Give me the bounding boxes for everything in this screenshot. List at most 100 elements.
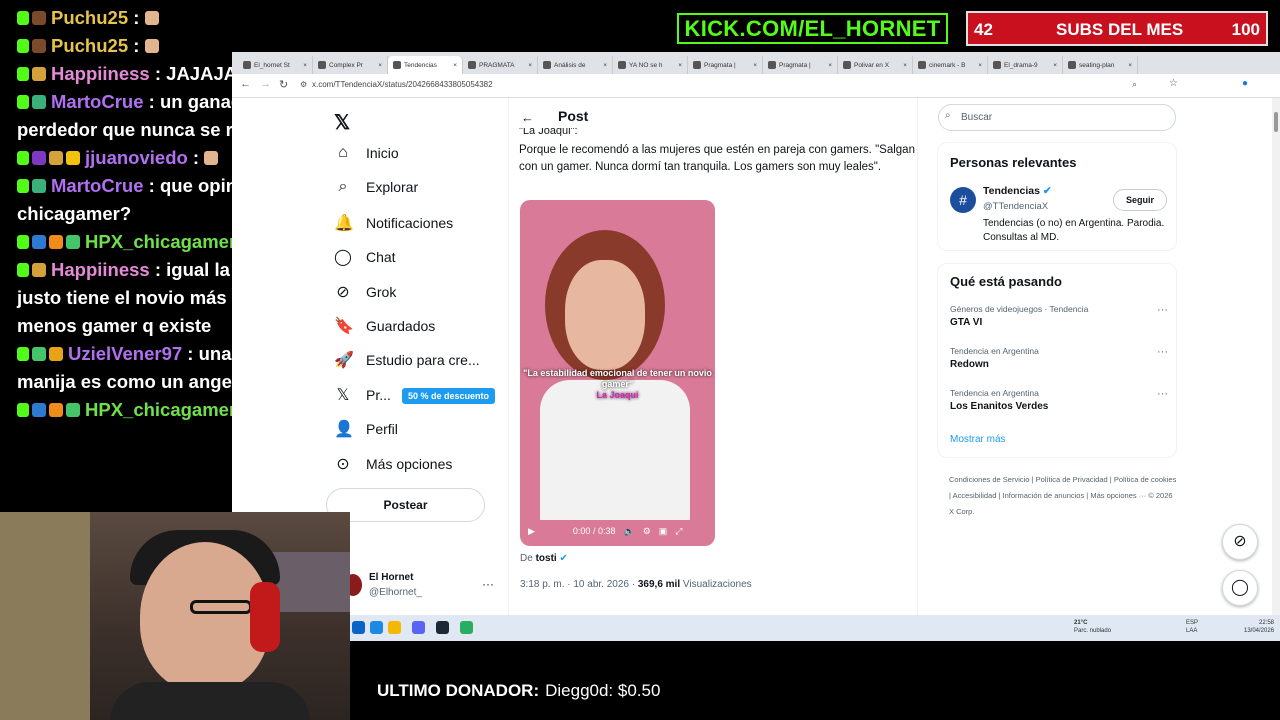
profile-name[interactable]: El Hornet bbox=[369, 572, 413, 583]
browser-tab[interactable]: Pragmata | × bbox=[688, 56, 763, 74]
edge-icon[interactable] bbox=[370, 621, 383, 634]
tab-close-icon[interactable]: × bbox=[978, 62, 982, 69]
pip-icon[interactable]: ▣ bbox=[659, 526, 668, 537]
browser-tab[interactable]: El_drama-9 × bbox=[988, 56, 1063, 74]
nav-item-search[interactable]: ⌕ Explorar bbox=[334, 178, 419, 196]
back-icon[interactable]: ← bbox=[240, 78, 251, 90]
browser-tab[interactable]: Tendencias × bbox=[388, 56, 463, 74]
post-meta: 3:18 p. m. · 10 abr. 2026 · 369,6 mil Vi… bbox=[520, 579, 752, 590]
grok-fab-icon[interactable]: ⊘ bbox=[1222, 524, 1258, 560]
fullscreen-icon[interactable]: ⤢ bbox=[675, 526, 682, 537]
steam-icon[interactable] bbox=[436, 621, 449, 634]
weather-widget[interactable]: 21°C Parc. nublado bbox=[1074, 619, 1224, 635]
nav-item-chat[interactable]: ◯ Chat bbox=[334, 247, 396, 267]
tab-close-icon[interactable]: × bbox=[378, 62, 382, 69]
browser-tab[interactable]: Análisis de × bbox=[538, 56, 613, 74]
browser-tab[interactable]: seating-plan × bbox=[1063, 56, 1138, 74]
relevant-name[interactable]: Tendencias ✔ bbox=[983, 185, 1052, 197]
tab-close-icon[interactable]: × bbox=[1053, 62, 1057, 69]
discord-icon[interactable] bbox=[412, 621, 425, 634]
nav-item-grok[interactable]: ⊘ Grok bbox=[334, 282, 396, 302]
volume-icon[interactable]: 🔈 bbox=[623, 526, 634, 537]
play-icon[interactable]: ▶ bbox=[528, 526, 535, 537]
post-timestamp[interactable]: 3:18 p. m. · 10 abr. 2026 · bbox=[520, 579, 638, 590]
nav-item-home[interactable]: ⌂ Inicio bbox=[334, 144, 399, 162]
browser-tab[interactable]: PRAGMATA × bbox=[463, 56, 538, 74]
nav-item-rocket[interactable]: 🚀 Estudio para cre... bbox=[334, 350, 480, 370]
tab-label: Pragmata | bbox=[779, 61, 811, 69]
browser-tab[interactable]: Polivar en X × bbox=[838, 56, 913, 74]
video-player[interactable]: "La estabilidad emocional de tener un no… bbox=[520, 200, 715, 546]
forward-icon[interactable]: → bbox=[260, 78, 271, 90]
video-attribution: De tosti ✔ bbox=[520, 553, 568, 564]
kick-badge-icon bbox=[17, 151, 29, 165]
clock-date: 13/04/2026 bbox=[1244, 628, 1275, 634]
trend-more-icon[interactable]: ··· bbox=[1157, 388, 1168, 400]
settings-icon[interactable]: ⚙ bbox=[643, 526, 651, 537]
show-more-link[interactable]: Mostrar más bbox=[950, 434, 1006, 445]
chat-separator: : bbox=[143, 175, 160, 196]
video-subject-shirt bbox=[540, 380, 690, 520]
headset-icon bbox=[250, 582, 280, 652]
trend-item[interactable]: Tendencia en Argentina Los Enanitos Verde… bbox=[950, 388, 1048, 412]
tab-close-icon[interactable]: × bbox=[1128, 62, 1132, 69]
relevant-handle: @TTendenciaX bbox=[983, 201, 1049, 212]
tab-close-icon[interactable]: × bbox=[903, 62, 907, 69]
tab-close-icon[interactable]: × bbox=[828, 62, 832, 69]
byline-user[interactable]: tosti bbox=[536, 553, 557, 564]
follow-button[interactable]: Seguir bbox=[1113, 189, 1167, 211]
trend-more-icon[interactable]: ··· bbox=[1157, 304, 1168, 316]
relevant-title: Personas relevantes bbox=[950, 155, 1077, 170]
address-bar[interactable]: ← → ↻ ⚙ x.com/TTendenciaX/status/2042668… bbox=[232, 74, 1280, 98]
box-badge-icon bbox=[49, 403, 63, 417]
trend-more-icon[interactable]: ··· bbox=[1157, 346, 1168, 358]
back-arrow-icon[interactable]: ← bbox=[521, 110, 534, 125]
browser-tab[interactable]: El_hornet St × bbox=[238, 56, 313, 74]
trend-item[interactable]: Tendencia en Argentina Redown bbox=[950, 346, 1039, 370]
search-icon: ⌕ bbox=[945, 110, 951, 121]
zoom-icon[interactable]: ⌕ bbox=[1132, 79, 1137, 90]
lang-indicator[interactable]: ESP LAA bbox=[1186, 619, 1198, 635]
browser-tab[interactable]: Pragmata | × bbox=[763, 56, 838, 74]
tab-label: cinemark - B bbox=[929, 61, 966, 69]
tab-close-icon[interactable]: × bbox=[453, 62, 457, 69]
chat-separator: : bbox=[128, 7, 145, 28]
tab-favicon-icon bbox=[918, 61, 926, 69]
bookmark-star-icon[interactable]: ☆ bbox=[1169, 78, 1178, 89]
browser-tab[interactable]: YA NO se h × bbox=[613, 56, 688, 74]
chat-fab-icon[interactable]: ◯ bbox=[1222, 570, 1258, 606]
profile-icon[interactable]: ● bbox=[1242, 78, 1248, 89]
nav-item-x[interactable]: 𝕏 Pr... bbox=[334, 385, 391, 405]
app-icon[interactable] bbox=[460, 621, 473, 634]
start-icon[interactable] bbox=[352, 621, 365, 634]
x-logo-icon[interactable]: 𝕏 bbox=[334, 110, 350, 135]
browser-tab[interactable]: Complex Pr × bbox=[313, 56, 388, 74]
tab-close-icon[interactable]: × bbox=[528, 62, 532, 69]
clock[interactable]: 22:58 13/04/2026 bbox=[1244, 619, 1274, 635]
nav-item-person[interactable]: 👤 Perfil bbox=[334, 419, 398, 439]
search-input[interactable]: Buscar bbox=[938, 104, 1176, 131]
scrollbar[interactable] bbox=[1272, 98, 1280, 615]
trend-item[interactable]: Géneros de videojuegos · Tendencia GTA VI bbox=[950, 304, 1088, 328]
weather-desc: Parc. nublado bbox=[1074, 628, 1112, 634]
streamer-shirt bbox=[110, 682, 310, 720]
site-info-icon[interactable]: ⚙ bbox=[300, 80, 307, 89]
tab-close-icon[interactable]: × bbox=[753, 62, 757, 69]
nav-item-bell[interactable]: 🔔 Notificaciones bbox=[334, 213, 453, 233]
hashtag-avatar-icon[interactable]: # bbox=[950, 187, 976, 213]
browser-tab[interactable]: cinemark - B × bbox=[913, 56, 988, 74]
tab-close-icon[interactable]: × bbox=[303, 62, 307, 69]
nav-item-bookmark[interactable]: 🔖 Guardados bbox=[334, 316, 435, 336]
footer-links[interactable]: Condiciones de Servicio | Política de Pr… bbox=[949, 472, 1179, 520]
tab-favicon-icon bbox=[843, 61, 851, 69]
chat-separator: : bbox=[182, 343, 199, 364]
url-text[interactable]: x.com/TTendenciaX/status/204266843380505… bbox=[312, 80, 493, 89]
tab-close-icon[interactable]: × bbox=[603, 62, 607, 69]
tab-close-icon[interactable]: × bbox=[678, 62, 682, 69]
more-dots-icon[interactable]: ··· bbox=[482, 577, 494, 591]
reload-icon[interactable]: ↻ bbox=[279, 78, 288, 91]
nav-item-more[interactable]: ⊙ Más opciones bbox=[334, 454, 452, 474]
rocket-icon: 🚀 bbox=[334, 352, 354, 370]
scrollbar-thumb[interactable] bbox=[1274, 112, 1278, 132]
folder-icon[interactable] bbox=[388, 621, 401, 634]
